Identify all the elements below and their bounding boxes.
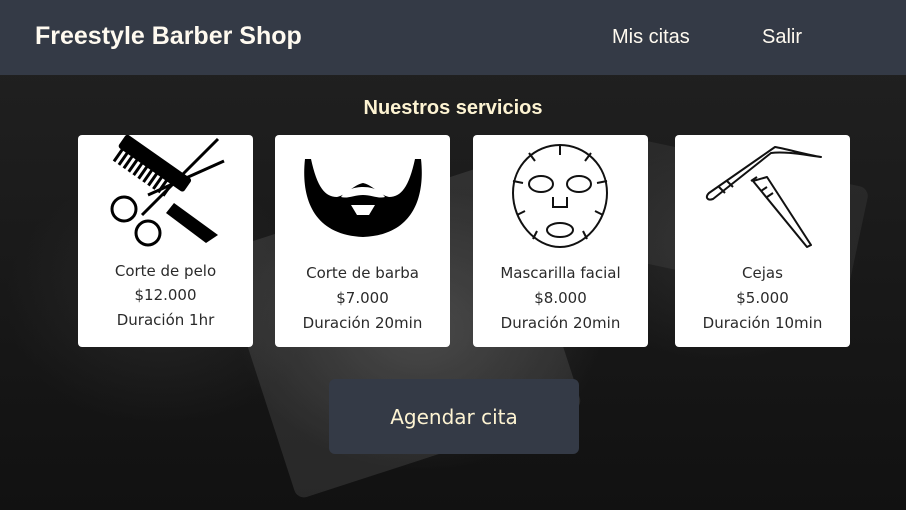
top-nav-bar: Freestyle Barber Shop Mis citas Salir	[0, 0, 906, 75]
nav-mis-citas[interactable]: Mis citas	[612, 26, 690, 49]
service-duration: Duración 10min	[702, 314, 823, 332]
service-duration: Duración 20min	[500, 314, 621, 332]
service-price: $5.000	[736, 289, 789, 307]
service-card-cejas[interactable]: Cejas $5.000 Duración 10min	[675, 135, 850, 347]
beard-icon	[275, 135, 450, 253]
service-duration: Duración 1hr	[116, 311, 215, 329]
nav-salir[interactable]: Salir	[762, 26, 802, 49]
service-card-corte-de-pelo[interactable]: Corte de pelo $12.000 Duración 1hr	[78, 135, 253, 347]
service-name: Corte de pelo	[114, 262, 217, 280]
section-title: Nuestros servicios	[363, 97, 543, 119]
service-name: Corte de barba	[306, 264, 419, 282]
service-name: Mascarilla facial	[500, 264, 621, 282]
face-mask-icon	[473, 135, 648, 253]
service-price: $12.000	[134, 286, 197, 304]
service-price: $7.000	[336, 289, 389, 307]
service-card-mascarilla-facial[interactable]: Mascarilla facial $8.000 Duración 20min	[473, 135, 648, 347]
tweezers-icon	[675, 135, 850, 253]
service-duration: Duración 20min	[302, 314, 423, 332]
service-card-corte-de-barba[interactable]: Corte de barba $7.000 Duración 20min	[275, 135, 450, 347]
service-name: Cejas	[742, 264, 783, 282]
brand-title[interactable]: Freestyle Barber Shop	[35, 22, 302, 51]
scissors-comb-icon	[78, 135, 253, 253]
agendar-cita-button[interactable]: Agendar cita	[329, 379, 579, 454]
service-price: $8.000	[534, 289, 587, 307]
